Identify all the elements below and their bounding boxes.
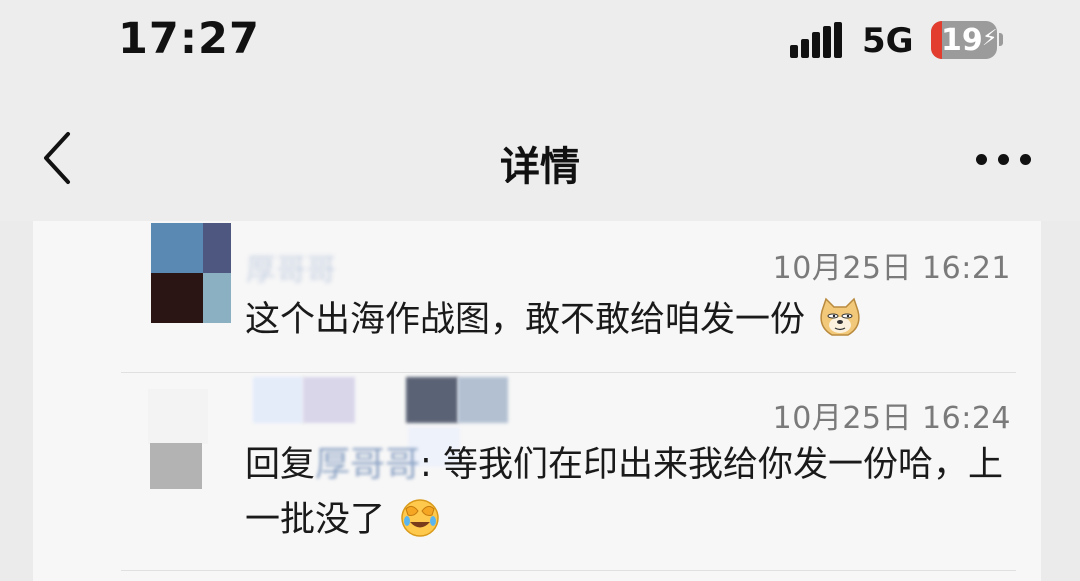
comment-author[interactable]: 厚哥哥 [246, 245, 336, 289]
comment-timestamp: 10月25日 16:24 [772, 401, 1011, 436]
battery-tip [999, 33, 1003, 46]
comment-card: 厚哥哥 10月25日 16:21 这个出海作战图，敢不敢给咱发一份 10月25日… [33, 221, 1041, 581]
comment-text: 回复厚哥哥: 等我们在印出来我给你发一份哈，上一批没了 [245, 438, 1005, 548]
signal-icon [790, 22, 842, 58]
comment-divider [121, 570, 1016, 571]
battery-icon: 19 ⚡ [931, 21, 997, 59]
battery-level: 19 [941, 23, 983, 58]
comment-timestamp: 10月25日 16:21 [772, 251, 1011, 286]
network-type: 5G [862, 21, 914, 61]
reply-prefix: 回复 [245, 445, 316, 485]
avatar[interactable] [151, 223, 231, 323]
comment-text: 这个出海作战图，敢不敢给咱发一份 [245, 293, 1025, 348]
more-dots-icon [976, 154, 987, 165]
charging-bolt-icon: ⚡ [982, 26, 997, 51]
reply-target-name[interactable]: 厚哥哥 [315, 445, 420, 485]
facepalm-laugh-emoji-icon [401, 499, 439, 537]
status-time: 17:27 [118, 14, 260, 64]
comment-item[interactable]: 厚哥哥 10月25日 16:21 这个出海作战图，敢不敢给咱发一份 [33, 221, 1041, 371]
page-title: 详情 [500, 144, 580, 190]
comment-text-content: 这个出海作战图，敢不敢给咱发一份 [245, 300, 806, 340]
more-button[interactable] [968, 140, 1040, 180]
top-bar: 17:27 5G 19 ⚡ 详情 [0, 0, 1080, 221]
doge-emoji-icon [820, 297, 860, 336]
reply-separator: : [420, 445, 443, 485]
avatar[interactable] [148, 389, 208, 489]
comment-item[interactable]: 10月25日 16:24 回复厚哥哥: 等我们在印出来我给你发一份哈，上一批没了 [33, 373, 1041, 570]
